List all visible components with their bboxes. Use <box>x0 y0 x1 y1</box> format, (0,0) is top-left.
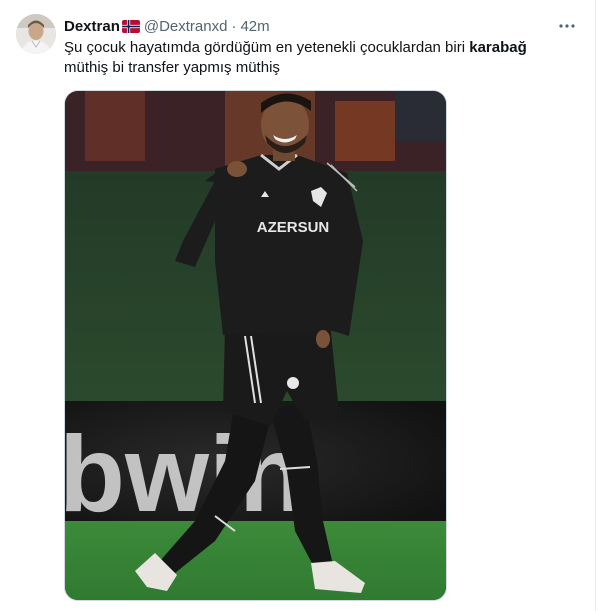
tweet-text-end: müthiş bi transfer yapmış müthiş <box>64 59 280 76</box>
timestamp[interactable]: 42m <box>240 18 269 35</box>
football-player-photo: bwin AZERSUN <box>65 91 446 600</box>
norway-flag-icon <box>121 19 140 33</box>
board-text: bwin <box>65 413 305 534</box>
avatar-image <box>16 14 56 54</box>
tweet-card[interactable]: Dextran @Dextranxd · 42m Şu çocuk hayatı… <box>0 0 596 611</box>
more-options-icon[interactable] <box>553 14 581 38</box>
tweet-text: Şu çocuk hayatımda gördüğüm en yetenekli… <box>64 38 564 78</box>
tweet-media-image[interactable]: bwin AZERSUN <box>64 90 447 601</box>
shirt-sponsor: AZERSUN <box>257 219 330 236</box>
avatar[interactable] <box>16 14 56 54</box>
user-handle[interactable]: @Dextranxd <box>144 18 228 35</box>
display-name[interactable]: Dextran <box>64 18 120 35</box>
tweet-header: Dextran @Dextranxd · 42m <box>64 16 270 36</box>
tweet-text-start: Şu çocuk hayatımda gördüğüm en yetenekli… <box>64 39 470 56</box>
tweet-text-bold: karabağ <box>469 39 527 56</box>
separator-dot: · <box>231 17 237 35</box>
